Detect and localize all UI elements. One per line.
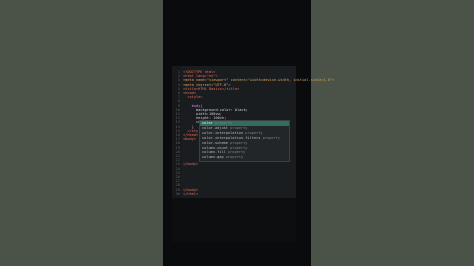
autocomplete-type: property — [215, 121, 233, 125]
autocomplete-type: property — [245, 130, 263, 135]
autocomplete-label: color-interpolation-filters — [202, 135, 261, 140]
autocomplete-type: property — [225, 155, 244, 160]
autocomplete-label: column-gap — [202, 155, 224, 160]
autocomplete-label: color-scheme — [202, 140, 228, 145]
left-backdrop — [0, 0, 163, 266]
autocomplete-label: color-interpolation — [202, 130, 244, 135]
code-token: </html> — [183, 191, 199, 196]
autocomplete-label: column-fill — [202, 150, 226, 155]
right-backdrop — [311, 0, 474, 266]
autocomplete-type: property — [230, 140, 248, 145]
autocomplete-type: property — [230, 125, 248, 130]
autocomplete-item[interactable]: color-interpolation-filters property — [200, 136, 289, 141]
autocomplete-item[interactable]: color-interpolation property — [200, 131, 289, 136]
autocomplete-type: property — [230, 145, 248, 150]
autocomplete-label: color — [202, 121, 213, 125]
autocomplete-item[interactable]: color-adjust property — [200, 126, 289, 131]
autocomplete-type: property — [227, 150, 246, 155]
autocomplete-label: color-adjust — [202, 125, 228, 130]
autocomplete-item[interactable]: color-scheme property — [200, 141, 289, 146]
line-number: 30 — [175, 191, 180, 196]
autocomplete-item[interactable]: column-gap property — [200, 155, 289, 160]
autocomplete-item[interactable]: color property — [200, 121, 289, 126]
line-code: </html> — [183, 192, 198, 196]
autocomplete-label: column-count — [202, 145, 228, 150]
autocomplete-type: property — [262, 135, 280, 140]
autocomplete-item[interactable]: column-count property — [200, 146, 289, 151]
code-line[interactable]: 30 </html> — [172, 192, 296, 196]
autocomplete-popup[interactable]: color property color-adjust property color… — [199, 120, 290, 162]
autocomplete-item[interactable]: column-fill property — [200, 150, 289, 155]
editor-bottom-area — [172, 198, 296, 242]
